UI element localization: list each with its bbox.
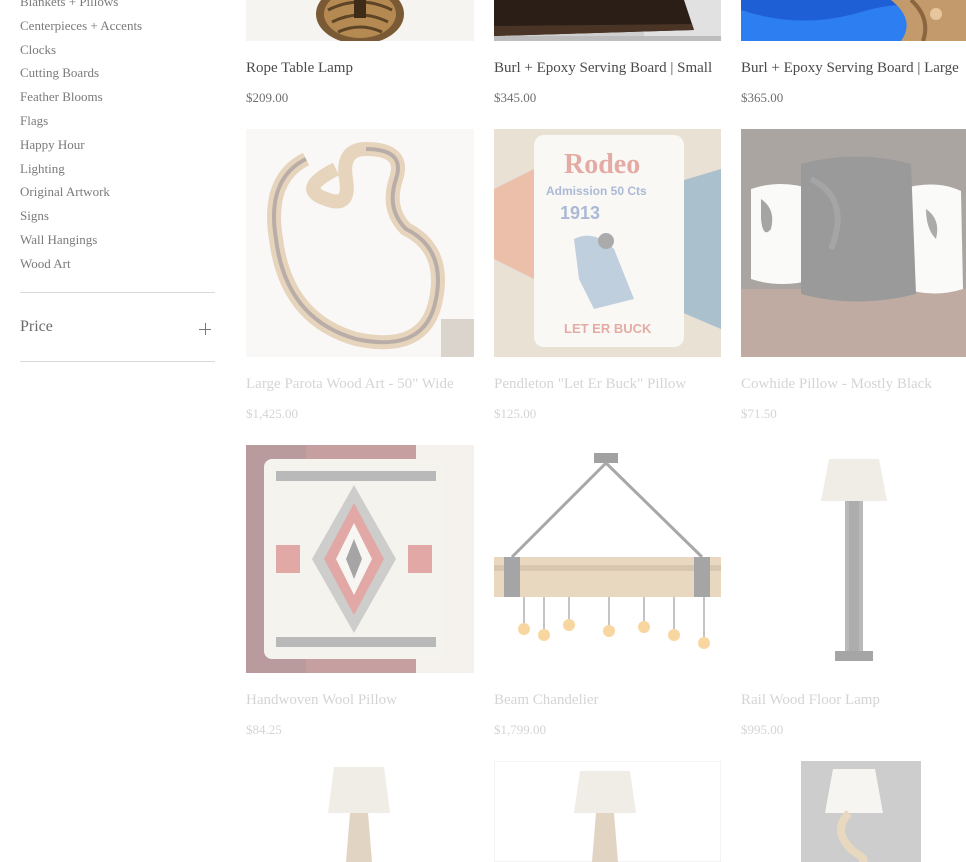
category-wood-art[interactable]: Wood Art [20, 252, 142, 276]
product-image[interactable] [246, 445, 474, 673]
filter-divider [20, 292, 215, 293]
product-price: $995.00 [741, 722, 784, 737]
product-image[interactable]: Rodeo Admission 50 Cts 1913 LET ER BUCK [494, 129, 721, 357]
category-signs[interactable]: Signs [20, 204, 142, 228]
category-list: Blankets + Pillows Centerpieces + Accent… [20, 0, 142, 276]
category-happy-hour[interactable]: Happy Hour [20, 133, 142, 157]
product-name[interactable]: Burl + Epoxy Serving Board | Large [741, 60, 959, 77]
product-name[interactable]: Beam Chandelier [494, 692, 599, 709]
product-price: $209.00 [246, 90, 289, 105]
product-price: $345.00 [494, 90, 537, 105]
product-price: $125.00 [494, 406, 537, 421]
product-image[interactable] [741, 129, 966, 357]
product-name[interactable]: Burl + Epoxy Serving Board | Small [494, 60, 712, 77]
category-feather-blooms[interactable]: Feather Blooms [20, 85, 142, 109]
plus-icon [199, 323, 211, 335]
category-centerpieces-accents[interactable]: Centerpieces + Accents [20, 14, 142, 38]
category-clocks[interactable]: Clocks [20, 38, 142, 62]
product-price: $1,799.00 [494, 722, 546, 737]
category-blankets-pillows[interactable]: Blankets + Pillows [20, 0, 142, 14]
product-name[interactable]: Pendleton "Let Er Buck" Pillow [494, 376, 686, 393]
category-cutting-boards[interactable]: Cutting Boards [20, 61, 142, 85]
product-image[interactable] [494, 445, 721, 673]
product-price: $1,425.00 [246, 406, 298, 421]
pillow-print-title: Rodeo [564, 149, 640, 180]
product-image[interactable] [494, 0, 722, 41]
pillow-print-year: 1913 [560, 203, 600, 223]
filter-divider [20, 361, 215, 362]
product-image[interactable] [246, 761, 474, 862]
category-flags[interactable]: Flags [20, 109, 142, 133]
category-original-artwork[interactable]: Original Artwork [20, 180, 142, 204]
product-image[interactable] [741, 0, 966, 41]
pillow-print-slogan: LET ER BUCK [564, 321, 652, 336]
product-name[interactable]: Rope Table Lamp [246, 60, 353, 77]
product-name[interactable]: Rail Wood Floor Lamp [741, 692, 880, 709]
product-price: $365.00 [741, 90, 784, 105]
product-image[interactable] [741, 445, 966, 673]
category-wall-hangings[interactable]: Wall Hangings [20, 228, 142, 252]
product-image[interactable] [494, 761, 721, 862]
price-filter-label: Price [20, 318, 53, 335]
product-image[interactable] [741, 761, 966, 862]
pillow-print-admission: Admission 50 Cts [546, 184, 647, 198]
price-filter-toggle[interactable]: Price [20, 316, 215, 340]
category-lighting[interactable]: Lighting [20, 157, 142, 181]
product-name[interactable]: Handwoven Wool Pillow [246, 692, 397, 709]
product-price: $71.50 [741, 406, 777, 421]
product-image[interactable] [246, 129, 474, 357]
product-name[interactable]: Large Parota Wood Art - 50" Wide [246, 376, 454, 393]
product-name[interactable]: Cowhide Pillow - Mostly Black [741, 376, 932, 393]
product-price: $84.25 [246, 722, 282, 737]
product-image[interactable] [246, 0, 474, 41]
